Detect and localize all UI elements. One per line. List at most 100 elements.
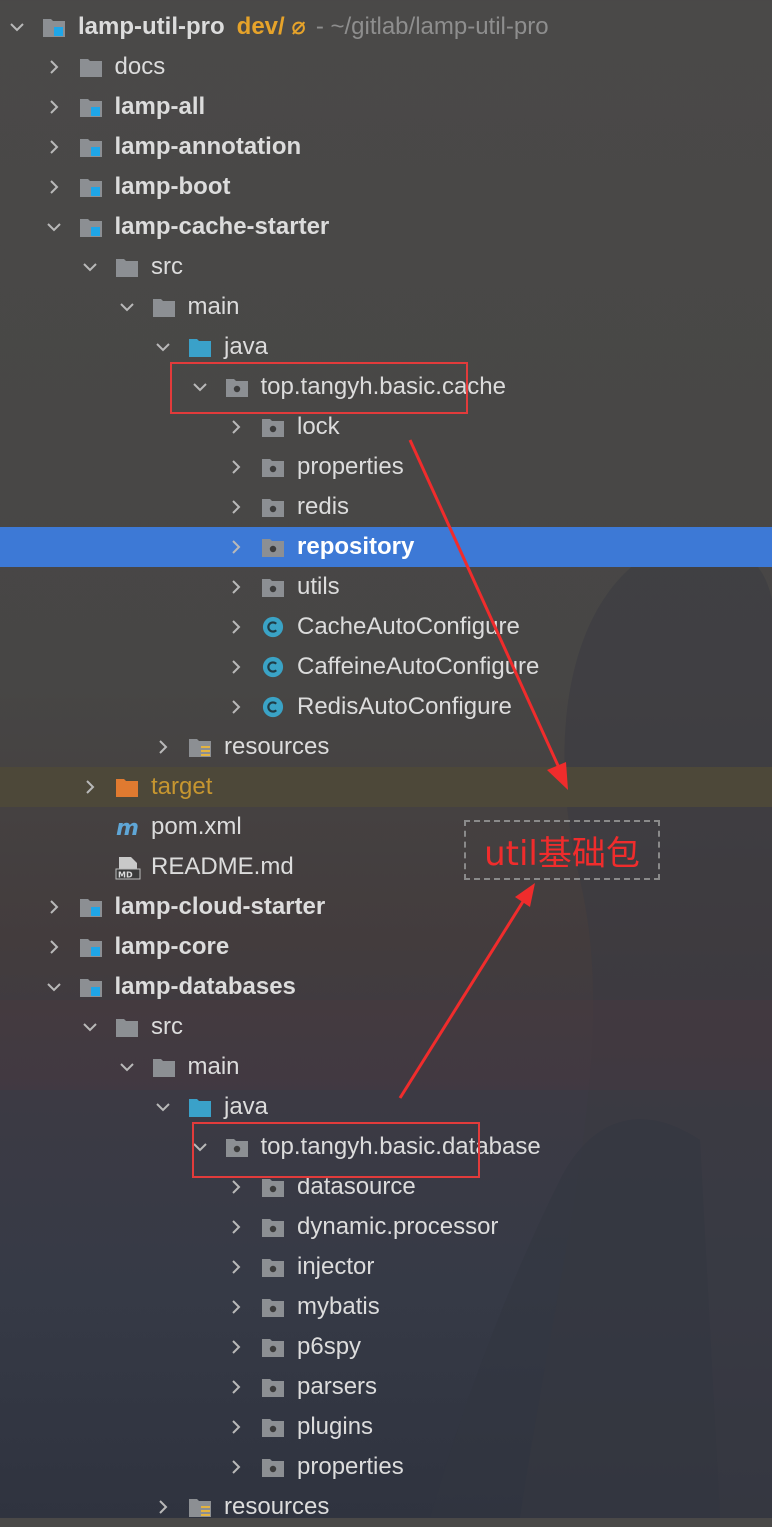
package-icon [261,1256,285,1278]
chevron-right-icon[interactable] [229,419,243,435]
tree-row[interactable]: CacheAutoConfigure [0,607,772,647]
tree-row[interactable]: lamp-boot [0,167,772,207]
tree-row[interactable]: parsers [0,1367,772,1407]
package-icon [261,1176,285,1198]
tree-row[interactable]: lamp-cache-starter [0,207,772,247]
chevron-right-icon[interactable] [47,99,61,115]
tree-row[interactable]: dynamic.processor [0,1207,772,1247]
tree-row[interactable]: RedisAutoConfigure [0,687,772,727]
chevron-down-icon[interactable] [119,299,134,315]
chevron-right-icon[interactable] [229,579,243,595]
chevron-right-icon[interactable] [83,779,97,795]
chevron-right-icon[interactable] [229,1219,243,1235]
tree-item-label: target [151,773,213,800]
tree-item-label: README.md [151,853,294,880]
tree-row[interactable]: mybatis [0,1287,772,1327]
tree-row[interactable]: injector [0,1247,772,1287]
chevron-right-icon[interactable] [47,179,61,195]
chevron-right-icon[interactable] [229,699,243,715]
tree-row[interactable]: lamp-core [0,927,772,967]
tree-item-label: java [224,1093,269,1120]
chevron-right-icon[interactable] [229,499,243,515]
chevron-right-icon[interactable] [229,1179,243,1195]
tree-row[interactable]: resources [0,727,772,767]
chevron-right-icon[interactable] [47,939,61,955]
project-path: - ~/gitlab/lamp-util-pro [315,13,549,40]
folder-icon [152,1056,176,1078]
tree-row[interactable]: p6spy [0,1327,772,1367]
tree-item-label: RedisAutoConfigure [297,693,512,720]
tree-item-label: lock [297,413,340,440]
tree-item-label: lamp-boot [114,173,231,200]
chevron-down-icon[interactable] [119,1059,134,1075]
package-icon [261,1376,285,1398]
package-icon [261,536,285,558]
tree-item-label: lamp-cache-starter [114,213,330,240]
tree-item-label: mybatis [297,1293,380,1320]
package-icon [261,1296,285,1318]
module-folder-icon [42,16,66,38]
chevron-right-icon[interactable] [229,1459,243,1475]
resources-folder-icon [188,1496,212,1518]
chevron-right-icon[interactable] [229,1299,243,1315]
chevron-down-icon[interactable] [46,979,61,995]
tree-row[interactable]: utils [0,567,772,607]
chevron-right-icon[interactable] [229,659,243,675]
tree-row[interactable]: docs [0,47,772,87]
chevron-right-icon[interactable] [229,539,243,555]
tree-row[interactable]: properties [0,1447,772,1487]
chevron-right-icon[interactable] [229,1259,243,1275]
tree-row[interactable]: java [0,327,772,367]
package-icon [261,1416,285,1438]
chevron-down-icon[interactable] [46,219,61,235]
tree-item-label: dynamic.processor [297,1213,499,1240]
excluded-folder-icon [115,776,139,798]
tree-row[interactable]: lamp-all [0,87,772,127]
tree-row[interactable]: plugins [0,1407,772,1447]
tree-row[interactable]: main [0,287,772,327]
tree-row[interactable]: lamp-cloud-starter [0,887,772,927]
chevron-right-icon[interactable] [229,459,243,475]
chevron-right-icon[interactable] [229,1379,243,1395]
project-root-label: lamp-util-pro dev/ ⌀ - ~/gitlab/lamp-util-… [78,13,549,40]
tree-row[interactable]: lamp-annotation [0,127,772,167]
tree-row[interactable]: CaffeineAutoConfigure [0,647,772,687]
svg-text:MD: MD [118,871,133,880]
tree-item-label: CacheAutoConfigure [297,613,520,640]
tree-item-label: lamp-annotation [114,133,302,160]
tree-row[interactable]: properties [0,447,772,487]
tree-item-label: docs [114,53,166,80]
module-folder-icon [79,176,103,198]
chevron-down-icon[interactable] [10,19,24,35]
java-class-icon [261,696,285,718]
tree-row[interactable]: target [0,767,772,807]
chevron-right-icon[interactable] [229,1419,243,1435]
tree-row[interactable]: main [0,1047,772,1087]
tree-row[interactable]: src [0,1007,772,1047]
chevron-right-icon[interactable] [47,139,61,155]
tree-row[interactable]: java [0,1087,772,1127]
chevron-down-icon[interactable] [83,1019,97,1035]
chevron-right-icon[interactable] [229,1339,243,1355]
chevron-down-icon[interactable] [83,259,97,275]
tree-item-label: redis [297,493,350,520]
chevron-right-icon[interactable] [47,59,61,75]
tree-item-label: plugins [297,1413,374,1440]
module-folder-icon [79,136,103,158]
tree-row[interactable]: repository [0,527,772,567]
chevron-right-icon[interactable] [229,619,243,635]
tree-item-label: injector [297,1253,375,1280]
chevron-down-icon[interactable] [156,1099,170,1115]
tree-row[interactable]: src [0,247,772,287]
tree-item-label: lamp-core [114,933,230,960]
chevron-down-icon[interactable] [156,339,170,355]
chevron-right-icon[interactable] [156,739,170,755]
tree-item-label: main [187,293,240,320]
tree-row[interactable]: resources [0,1487,772,1527]
package-icon [261,496,285,518]
tree-row[interactable]: lamp-databases [0,967,772,1007]
tree-row-project-root[interactable]: lamp-util-pro dev/ ⌀ - ~/gitlab/lamp-util-… [0,7,772,47]
chevron-right-icon[interactable] [156,1499,170,1515]
chevron-right-icon[interactable] [47,899,61,915]
tree-row[interactable]: redis [0,487,772,527]
